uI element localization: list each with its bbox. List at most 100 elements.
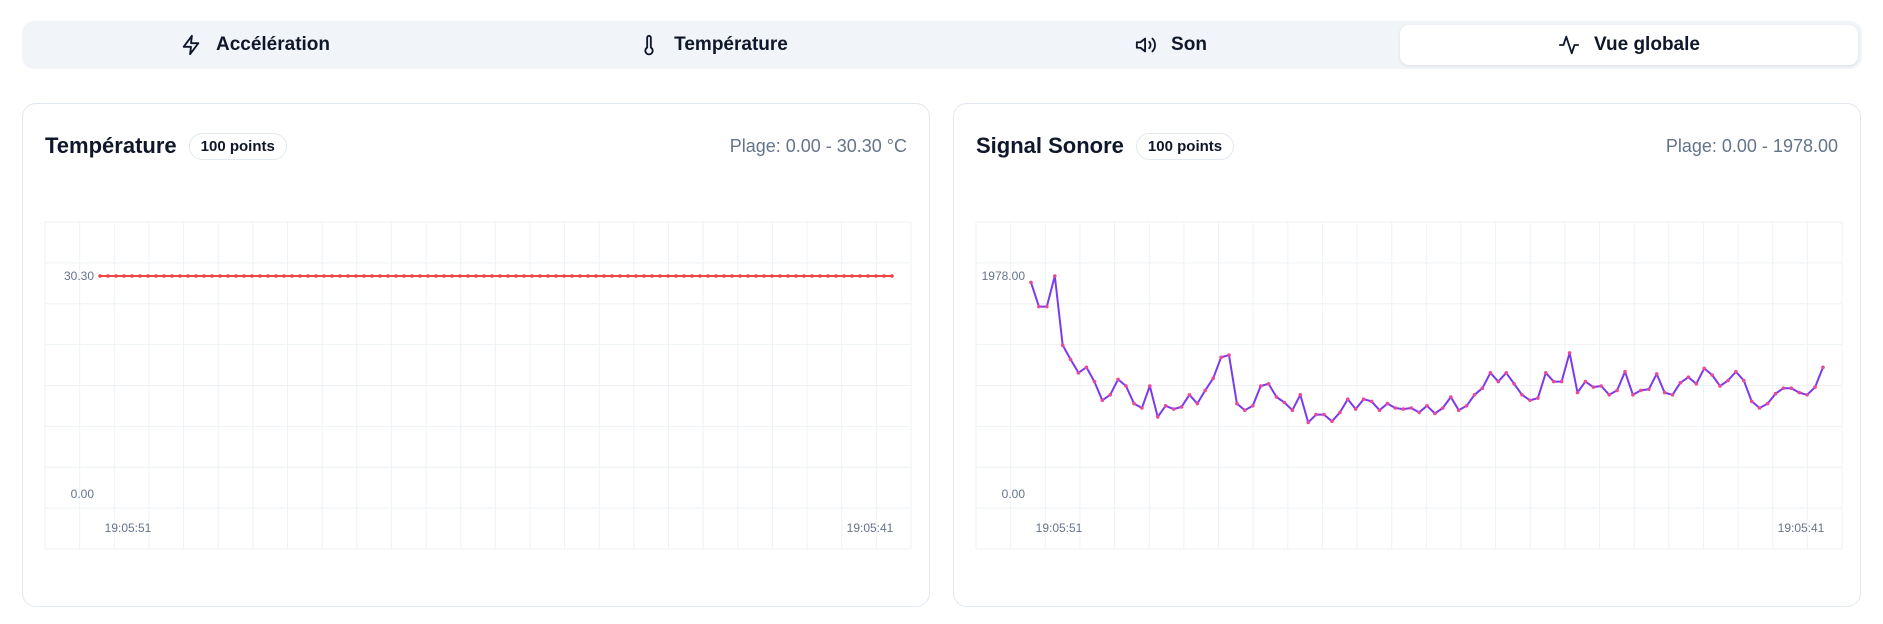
data-point (1314, 412, 1318, 417)
data-point (1718, 384, 1722, 388)
data-point (1179, 405, 1184, 409)
data-point (1441, 406, 1445, 410)
data-point (1377, 408, 1382, 413)
data-point (218, 274, 222, 278)
tab-label: Son (1171, 34, 1207, 55)
data-point (1060, 343, 1065, 347)
data-point (1163, 404, 1168, 408)
data-point (658, 274, 662, 278)
data-point (234, 274, 238, 278)
data-point (1148, 384, 1152, 388)
data-point (482, 274, 486, 278)
data-point (1607, 393, 1611, 397)
data-point (290, 274, 294, 278)
data-point (154, 274, 158, 278)
lightning-icon (182, 34, 200, 56)
tab-son[interactable]: Son (942, 25, 1400, 65)
data-point (650, 274, 654, 278)
x-tick-label: 19:05:41 (1778, 521, 1825, 535)
data-point (1726, 378, 1730, 383)
data-point (722, 274, 726, 278)
data-point (698, 274, 702, 278)
tab-label: Température (674, 34, 788, 55)
data-point (498, 274, 502, 278)
data-point (1401, 407, 1405, 411)
data-point (1544, 371, 1548, 375)
data-point (1385, 401, 1390, 406)
data-point (1322, 412, 1326, 417)
data-point (1821, 365, 1825, 370)
data-point (1195, 401, 1200, 406)
data-point (874, 274, 878, 278)
data-point (1559, 379, 1564, 384)
data-point (1797, 390, 1801, 395)
data-point (362, 274, 366, 278)
data-point (394, 274, 398, 278)
data-point (1639, 388, 1643, 393)
speaker-icon (1135, 37, 1156, 53)
grid (975, 221, 1843, 550)
data-point (666, 274, 670, 278)
data-point (754, 274, 758, 278)
data-point (410, 274, 414, 278)
data-point (1702, 366, 1706, 371)
data-point (1536, 396, 1540, 400)
data-point (1742, 378, 1746, 383)
data-point (1472, 393, 1477, 397)
data-point (642, 274, 646, 278)
data-point (1670, 393, 1675, 397)
data-point (1258, 384, 1263, 388)
data-point (378, 274, 382, 278)
data-point (594, 274, 598, 278)
data-point (1433, 411, 1437, 416)
sound-chart: 1978.00 0.00 19:05:51 19:05:41 (975, 221, 1843, 550)
data-point (1068, 357, 1073, 362)
data-point (1361, 397, 1366, 402)
data-point (242, 274, 246, 278)
data-point (418, 274, 422, 278)
tab-acceleration[interactable]: Accélération (26, 25, 484, 65)
data-point (1551, 379, 1556, 384)
data-point (762, 274, 766, 278)
data-point (1092, 379, 1097, 384)
data-point (1045, 304, 1049, 309)
data-point (1108, 393, 1112, 397)
data-point (786, 274, 790, 278)
data-point (1520, 393, 1524, 397)
data-point (338, 274, 342, 278)
data-point (386, 274, 390, 278)
data-point (1615, 388, 1619, 393)
data-point (1227, 353, 1231, 357)
data-point (1290, 408, 1295, 413)
data-point (1417, 410, 1421, 415)
data-point (226, 274, 230, 278)
data-point (626, 274, 630, 278)
data-point (306, 274, 310, 278)
data-point (1647, 387, 1651, 392)
data-point (1140, 406, 1144, 410)
data-point (1369, 399, 1374, 404)
data-point (434, 274, 438, 278)
data-point (1654, 372, 1659, 376)
data-point (1306, 420, 1310, 425)
data-point (810, 274, 814, 278)
data-point (1338, 410, 1342, 415)
data-point (178, 274, 182, 278)
data-point (1496, 379, 1501, 384)
data-point (706, 274, 710, 278)
data-point (1805, 393, 1809, 397)
x-tick-label: 19:05:51 (1036, 521, 1083, 535)
tab-vue-globale[interactable]: Vue globale (1400, 25, 1858, 65)
data-point (578, 274, 582, 278)
data-point (426, 274, 430, 278)
data-point (1781, 386, 1786, 391)
data-point (1710, 373, 1714, 377)
sound-card: Signal Sonore 100 points Plage: 0.00 - 1… (953, 103, 1861, 607)
data-point (474, 274, 478, 278)
data-point (450, 274, 454, 278)
data-point (866, 274, 870, 278)
data-point (258, 274, 262, 278)
tab-temperature[interactable]: Température (484, 25, 942, 65)
data-point (402, 274, 406, 278)
activity-icon (1558, 35, 1580, 55)
